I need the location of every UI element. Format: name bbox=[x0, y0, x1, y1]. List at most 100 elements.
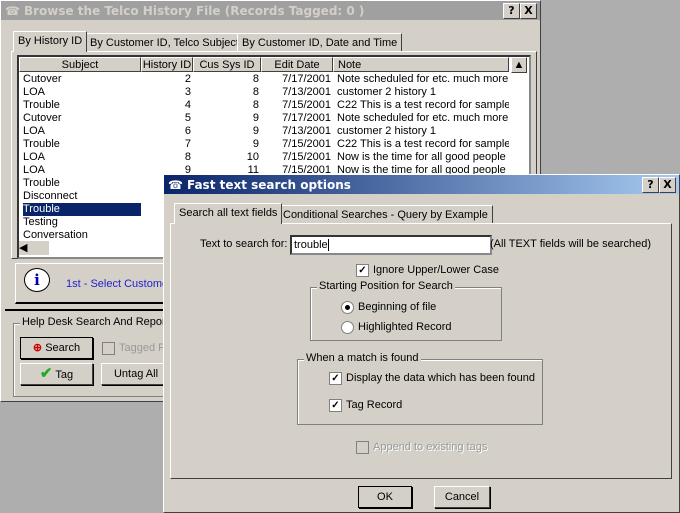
table-cell: 7/15/2001 bbox=[282, 138, 331, 150]
highlighted-record-label: Highlighted Record bbox=[358, 321, 452, 333]
tab-search-all-text[interactable]: Search all text fields bbox=[174, 203, 283, 224]
radio-highlighted-record[interactable] bbox=[341, 321, 354, 334]
tag-button-label: Tag bbox=[55, 369, 74, 381]
tag-record-checkbox[interactable]: ✓ bbox=[329, 399, 342, 412]
table-cell: LOA bbox=[23, 151, 46, 163]
col-history-id[interactable]: History ID bbox=[141, 57, 193, 72]
help-button[interactable]: ? bbox=[503, 3, 520, 19]
table-cell: Trouble bbox=[23, 203, 141, 216]
search-icon: ⊕ bbox=[32, 342, 43, 354]
beginning-of-file-label: Beginning of file bbox=[358, 301, 437, 313]
match-found-group: When a match is found bbox=[297, 352, 543, 425]
append-tags-label: Append to existing tags bbox=[373, 441, 488, 453]
table-cell: 7/13/2001 bbox=[282, 86, 331, 98]
table-cell: 8 bbox=[184, 151, 191, 163]
table-cell: Now is the time for all good people to bbox=[337, 151, 509, 163]
tab-by-history-id[interactable]: By History ID bbox=[13, 31, 88, 52]
table-cell: Trouble bbox=[23, 99, 60, 111]
table-cell: 7/15/2001 bbox=[282, 99, 331, 111]
tab-conditional-searches[interactable]: Conditional Searches - Query by Example bbox=[278, 205, 493, 224]
table-row[interactable]: Trouble 7 9 7/15/2001 C22 This is a test rec… bbox=[19, 138, 509, 151]
info-text: 1st - Select Custome bbox=[66, 278, 169, 290]
table-cell: Cutover bbox=[23, 73, 62, 85]
table-cell: Note scheduled for etc. much more c bbox=[337, 73, 509, 85]
table-cell: 3 bbox=[184, 86, 191, 98]
checkmark-icon: ✔ bbox=[39, 365, 53, 382]
table-cell: C22 This is a test record for sample u bbox=[337, 99, 509, 111]
ok-button[interactable]: OK bbox=[358, 486, 412, 508]
table-row[interactable]: LOA 6 9 7/13/2001 customer 2 history 1 bbox=[19, 125, 509, 138]
table-cell: 10 bbox=[246, 151, 259, 163]
tagged-checkbox[interactable] bbox=[102, 342, 115, 355]
table-cell: 8 bbox=[252, 99, 259, 111]
table-row[interactable]: LOA 3 8 7/13/2001 customer 2 history 1 bbox=[19, 86, 509, 99]
table-cell: Testing bbox=[23, 216, 58, 228]
table-cell: Note scheduled for etc. much more c bbox=[337, 112, 509, 124]
table-cell: Trouble bbox=[23, 138, 60, 150]
table-cell: 7 bbox=[184, 138, 191, 150]
search-text-value: trouble bbox=[294, 239, 328, 251]
browse-title: Browse the Telco History File (Records T… bbox=[23, 3, 365, 18]
col-note[interactable]: Note bbox=[333, 57, 509, 72]
search-text-input[interactable]: trouble bbox=[290, 235, 492, 255]
table-cell: C22 This is a test record for sample u bbox=[337, 138, 509, 150]
fast-search-dialog: ☎ Fast text search options ? X Search al… bbox=[163, 174, 680, 513]
tag-button[interactable]: ✔ Tag bbox=[20, 363, 93, 385]
search-button[interactable]: ⊕ Search bbox=[20, 337, 93, 359]
table-cell: 7/15/2001 bbox=[282, 151, 331, 163]
info-icon: i bbox=[24, 268, 50, 292]
table-cell: 4 bbox=[184, 99, 191, 111]
table-row[interactable]: LOA 8 10 7/15/2001 Now is the time for all g… bbox=[19, 151, 509, 164]
dialog-title-bar: ☎ Fast text search options ? X bbox=[164, 175, 679, 194]
search-note: (All TEXT fields will be searched) bbox=[490, 238, 651, 250]
table-row[interactable]: Cutover 5 9 7/17/2001 Note scheduled for etc… bbox=[19, 112, 509, 125]
table-cell: 7/13/2001 bbox=[282, 125, 331, 137]
tab-by-customer-subject[interactable]: By Customer ID, Telco Subject bbox=[85, 33, 244, 52]
tag-record-label: Tag Record bbox=[346, 399, 403, 411]
table-cell: 5 bbox=[184, 112, 191, 124]
append-tags-checkbox[interactable] bbox=[356, 441, 369, 454]
table-cell: Disconnect bbox=[23, 190, 78, 202]
radio-beginning-of-file[interactable] bbox=[341, 301, 354, 314]
table-cell: 8 bbox=[252, 73, 259, 85]
table-cell: 6 bbox=[184, 125, 191, 137]
tab-by-customer-date[interactable]: By Customer ID, Date and Time bbox=[237, 33, 403, 52]
dialog-help-button[interactable]: ? bbox=[642, 177, 659, 193]
table-cell: Trouble bbox=[23, 177, 60, 189]
col-cus-sys-id[interactable]: Cus Sys ID bbox=[193, 57, 261, 72]
table-cell: customer 2 history 1 bbox=[337, 86, 437, 98]
start-position-label: Starting Position for Search bbox=[317, 280, 455, 292]
cancel-button[interactable]: Cancel bbox=[434, 486, 490, 508]
table-cell: LOA bbox=[23, 164, 46, 176]
match-found-label: When a match is found bbox=[304, 352, 421, 364]
app-icon: ☎ bbox=[5, 3, 20, 18]
browse-title-bar: ☎ Browse the Telco History File (Records… bbox=[1, 1, 540, 20]
dialog-close-button[interactable]: X bbox=[659, 177, 676, 193]
display-found-label: Display the data which has been found bbox=[346, 372, 535, 384]
table-cell: 7/17/2001 bbox=[282, 73, 331, 85]
help-desk-group-label: Help Desk Search And Repor bbox=[20, 316, 168, 328]
untag-all-button[interactable]: Untag All bbox=[101, 363, 171, 385]
dialog-title: Fast text search options bbox=[186, 177, 351, 192]
table-row[interactable]: Trouble 4 8 7/15/2001 C22 This is a test rec… bbox=[19, 99, 509, 112]
table-row[interactable]: Cutover 2 8 7/17/2001 Note scheduled for etc… bbox=[19, 73, 509, 86]
ignore-case-checkbox[interactable]: ✓ bbox=[356, 264, 369, 277]
table-cell: Cutover bbox=[23, 112, 62, 124]
tagged-checkbox-label: Tagged R bbox=[119, 342, 167, 354]
table-cell: 9 bbox=[252, 138, 259, 150]
search-button-label: Search bbox=[45, 342, 81, 354]
display-found-checkbox[interactable]: ✓ bbox=[329, 372, 342, 385]
table-cell: LOA bbox=[23, 86, 46, 98]
search-text-label: Text to search for: bbox=[200, 238, 288, 250]
col-subject[interactable]: Subject bbox=[19, 57, 141, 72]
table-cell: 9 bbox=[252, 125, 259, 137]
scroll-up-button[interactable]: ▲ bbox=[511, 57, 527, 73]
scroll-left-button[interactable]: ◀ bbox=[19, 241, 49, 255]
table-cell: 7/17/2001 bbox=[282, 112, 331, 124]
app-icon: ☎ bbox=[168, 177, 183, 192]
col-edit-date[interactable]: Edit Date bbox=[261, 57, 333, 72]
table-cell: LOA bbox=[23, 125, 46, 137]
table-cell: 2 bbox=[184, 73, 191, 85]
table-cell: 9 bbox=[252, 112, 259, 124]
close-button[interactable]: X bbox=[520, 3, 537, 19]
